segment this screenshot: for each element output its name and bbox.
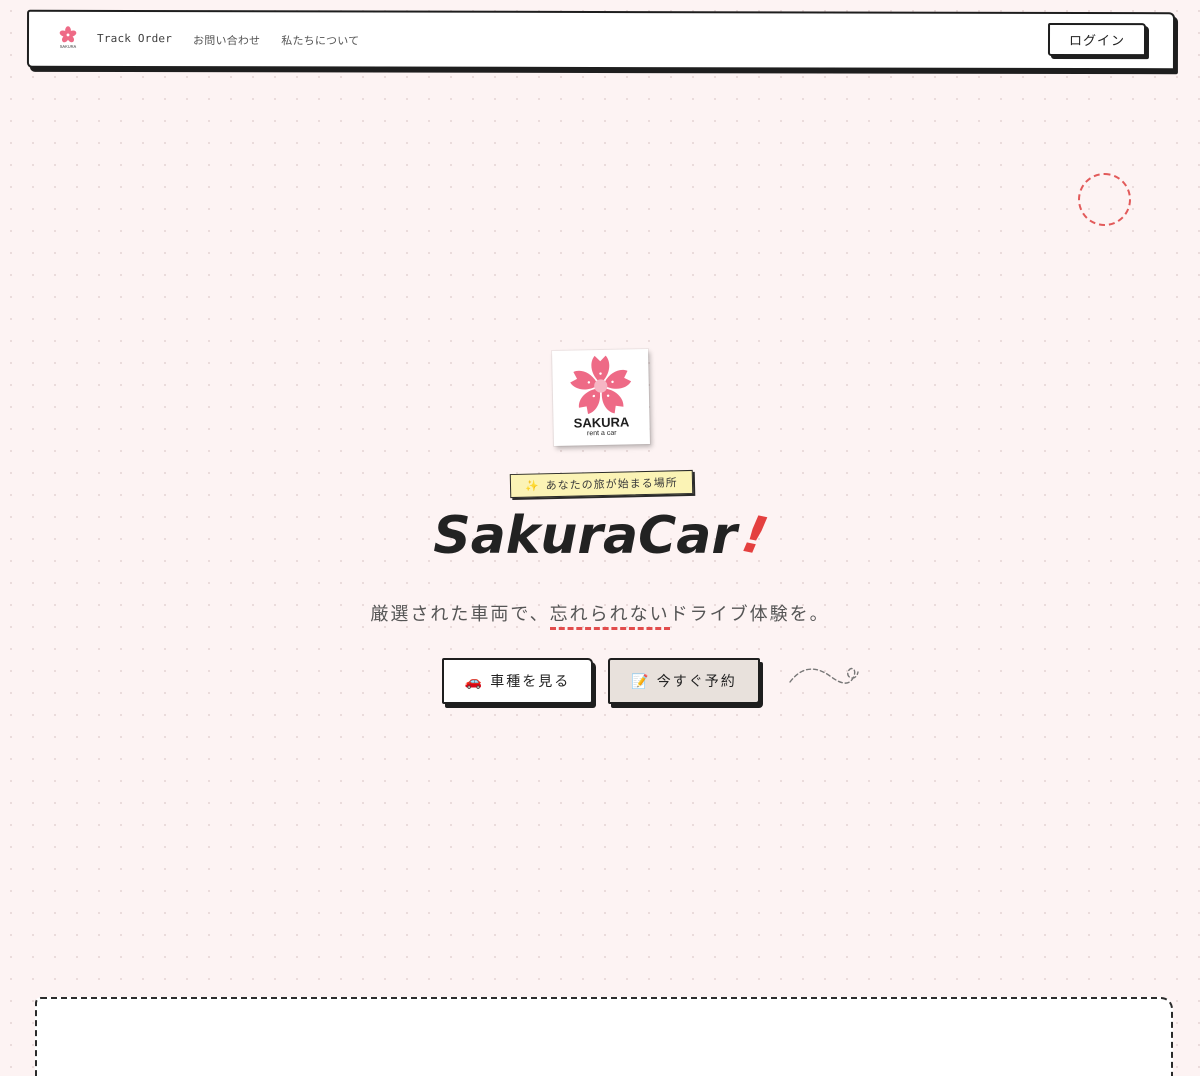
nav-link-track-order[interactable]: Track Order (97, 32, 172, 48)
tagline-text: あなたの旅が始まる場所 (545, 476, 678, 493)
sparkles-icon: ✨ (524, 478, 540, 493)
sakura-logo-icon (570, 355, 632, 414)
hero-logo-sub: rent a car (586, 429, 617, 438)
tagline-badge: ✨ あなたの旅が始まる場所 (509, 469, 693, 499)
subtitle-after: ドライブ体験を。 (669, 604, 830, 625)
squiggle-arrow-icon (789, 667, 859, 684)
nav-links: Track Order お問い合わせ 私たちについて (97, 32, 359, 49)
nav-link-about[interactable]: 私たちについて (281, 32, 359, 48)
hero-subtitle: 厳選された車両で、忘れられないドライブ体験を。 (0, 600, 1200, 630)
view-cars-label: 車種を見る (490, 673, 571, 689)
hero-logo: SAKURA rent a car (552, 349, 650, 446)
book-now-label: 今すぐ予約 (656, 673, 737, 689)
features-card (35, 997, 1173, 1076)
hero-title-row: SakuraCar ! (0, 504, 1200, 568)
navbar: SAKURA Track Order お問い合わせ 私たちについて ログイン (26, 9, 1176, 71)
view-cars-button[interactable]: 🚗 車種を見る (442, 658, 593, 704)
memo-icon: 📝 (631, 672, 651, 689)
nav-logo[interactable]: SAKURA (57, 26, 79, 52)
login-button[interactable]: ログイン (1047, 22, 1147, 57)
hero-title: SakuraCar (433, 506, 738, 566)
decorative-dashed-circle (1078, 173, 1131, 226)
sakura-logo-icon (59, 26, 77, 43)
hero-logo-brand: SAKURA (573, 414, 630, 431)
nav-logo-text: SAKURA (59, 43, 77, 49)
subtitle-before: 厳選された車両で、 (370, 604, 550, 625)
subtitle-highlight: 忘れられない (549, 604, 670, 630)
car-icon: 🚗 (464, 672, 485, 689)
book-now-button[interactable]: 📝 今すぐ予約 (608, 658, 760, 704)
nav-link-contact[interactable]: お問い合わせ (193, 32, 260, 48)
title-exclamation-mark: ! (737, 504, 773, 568)
